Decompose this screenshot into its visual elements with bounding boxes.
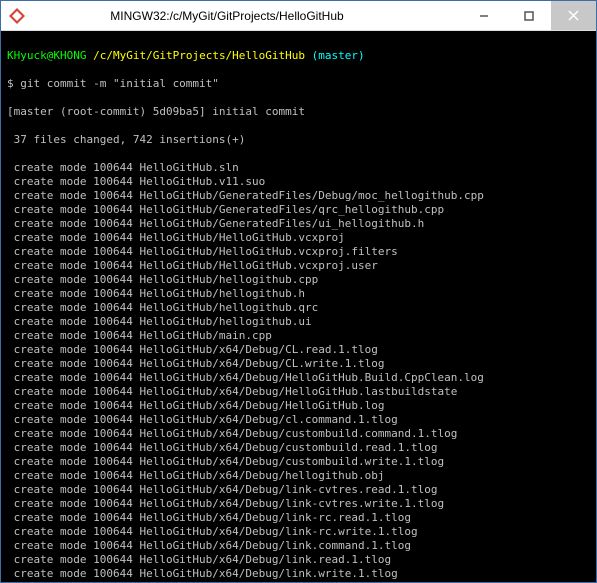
prompt-path: /c/MyGit/GitProjects/HelloGitHub: [93, 49, 305, 62]
file-entry: create mode 100644 HelloGitHub/Generated…: [7, 203, 590, 217]
command-line: $ git commit -m "initial commit": [7, 77, 590, 91]
file-entry: create mode 100644 HelloGitHub/HelloGitH…: [7, 245, 590, 259]
file-entry: create mode 100644 HelloGitHub/x64/Debug…: [7, 553, 590, 567]
file-entry: create mode 100644 HelloGitHub/hellogith…: [7, 273, 590, 287]
file-entry: create mode 100644 HelloGitHub/HelloGitH…: [7, 231, 590, 245]
file-entry: create mode 100644 HelloGitHub/Generated…: [7, 217, 590, 231]
file-entry: create mode 100644 HelloGitHub/main.cpp: [7, 329, 590, 343]
close-button[interactable]: [551, 1, 596, 30]
terminal-area[interactable]: KHyuck@KHONG /c/MyGit/GitProjects/HelloG…: [1, 31, 596, 582]
file-entry: create mode 100644 HelloGitHub/hellogith…: [7, 287, 590, 301]
prompt-branch: (master): [312, 49, 365, 62]
prompt-line-1: KHyuck@KHONG /c/MyGit/GitProjects/HelloG…: [7, 49, 590, 63]
file-list: create mode 100644 HelloGitHub.sln creat…: [7, 161, 590, 582]
commit-summary: 37 files changed, 742 insertions(+): [7, 133, 590, 147]
window-titlebar: MINGW32:/c/MyGit/GitProjects/HelloGitHub: [1, 1, 596, 31]
file-entry: create mode 100644 HelloGitHub/x64/Debug…: [7, 483, 590, 497]
prompt-user: KHyuck@KHONG: [7, 49, 86, 62]
window-title: MINGW32:/c/MyGit/GitProjects/HelloGitHub: [33, 9, 461, 23]
file-entry: create mode 100644 HelloGitHub/x64/Debug…: [7, 427, 590, 441]
commit-header: [master (root-commit) 5d09ba5] initial c…: [7, 105, 590, 119]
file-entry: create mode 100644 HelloGitHub/HelloGitH…: [7, 259, 590, 273]
file-entry: create mode 100644 HelloGitHub/hellogith…: [7, 315, 590, 329]
file-entry: create mode 100644 HelloGitHub/x64/Debug…: [7, 357, 590, 371]
file-entry: create mode 100644 HelloGitHub/Generated…: [7, 189, 590, 203]
maximize-button[interactable]: [506, 1, 551, 30]
file-entry: create mode 100644 HelloGitHub/x64/Debug…: [7, 469, 590, 483]
file-entry: create mode 100644 HelloGitHub/hellogith…: [7, 301, 590, 315]
file-entry: create mode 100644 HelloGitHub/x64/Debug…: [7, 567, 590, 581]
file-entry: create mode 100644 HelloGitHub/x64/Debug…: [7, 581, 590, 582]
app-icon: [9, 8, 25, 24]
minimize-button[interactable]: [461, 1, 506, 30]
file-entry: create mode 100644 HelloGitHub/x64/Debug…: [7, 539, 590, 553]
file-entry: create mode 100644 HelloGitHub/x64/Debug…: [7, 371, 590, 385]
file-entry: create mode 100644 HelloGitHub/x64/Debug…: [7, 413, 590, 427]
file-entry: create mode 100644 HelloGitHub.sln: [7, 161, 590, 175]
file-entry: create mode 100644 HelloGitHub.v11.suo: [7, 175, 590, 189]
file-entry: create mode 100644 HelloGitHub/x64/Debug…: [7, 399, 590, 413]
file-entry: create mode 100644 HelloGitHub/x64/Debug…: [7, 343, 590, 357]
file-entry: create mode 100644 HelloGitHub/x64/Debug…: [7, 385, 590, 399]
file-entry: create mode 100644 HelloGitHub/x64/Debug…: [7, 497, 590, 511]
file-entry: create mode 100644 HelloGitHub/x64/Debug…: [7, 455, 590, 469]
file-entry: create mode 100644 HelloGitHub/x64/Debug…: [7, 511, 590, 525]
file-entry: create mode 100644 HelloGitHub/x64/Debug…: [7, 441, 590, 455]
window-controls: [461, 1, 596, 30]
file-entry: create mode 100644 HelloGitHub/x64/Debug…: [7, 525, 590, 539]
